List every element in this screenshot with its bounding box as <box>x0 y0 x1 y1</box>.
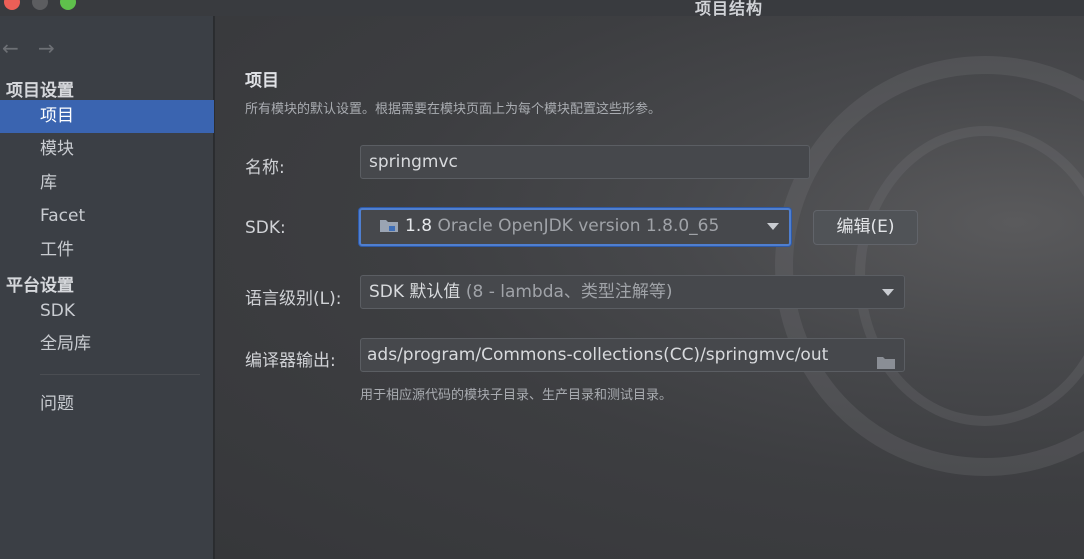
chevron-down-icon <box>767 223 779 230</box>
language-level-value: SDK 默认值 <box>369 282 461 302</box>
name-label: 名称: <box>245 158 285 178</box>
sidebar-item-sdks[interactable]: SDK <box>0 295 214 328</box>
sidebar-item-project[interactable]: 项目 <box>0 100 214 133</box>
folder-icon <box>379 212 399 232</box>
sidebar: ← → 项目设置 项目 模块 库 Facet 工件 平台设置 SDK 全局库 问题 <box>0 16 214 559</box>
compiler-output-value: ads/program/Commons-collections(CC)/spri… <box>367 345 829 365</box>
compiler-output-field[interactable]: ads/program/Commons-collections(CC)/spri… <box>360 338 905 372</box>
sidebar-item-modules[interactable]: 模块 <box>0 133 214 166</box>
sidebar-section-project-settings: 项目设置 <box>6 81 74 101</box>
nav-arrows: ← → <box>2 36 74 60</box>
close-window-button[interactable] <box>4 0 20 10</box>
language-level-dropdown[interactable]: SDK 默认值 (8 - lambda、类型注解等) <box>360 275 905 309</box>
sidebar-section-platform-settings: 平台设置 <box>6 276 74 296</box>
page-subtitle: 所有模块的默认设置。根据需要在模块页面上为每个模块配置这些形参。 <box>245 102 662 117</box>
edit-sdk-button[interactable]: 编辑(E) <box>813 210 918 245</box>
project-name-field[interactable]: springmvc <box>360 145 810 179</box>
compiler-output-label: 编译器输出: <box>245 351 336 371</box>
main-panel: 项目 所有模块的默认设置。根据需要在模块页面上为每个模块配置这些形参。 名称: … <box>215 16 1084 559</box>
title-bar: 项目结构 <box>0 0 1084 18</box>
sidebar-divider <box>40 374 200 375</box>
zoom-window-button[interactable] <box>60 0 76 10</box>
language-level-label: 语言级别(L): <box>245 289 342 309</box>
sidebar-item-problems[interactable]: 问题 <box>0 388 214 421</box>
sidebar-item-libraries[interactable]: 库 <box>0 167 214 200</box>
sdk-detail: Oracle OpenJDK version 1.8.0_65 <box>437 216 720 236</box>
language-level-detail: (8 - lambda、类型注解等) <box>465 282 673 302</box>
sidebar-item-artifacts[interactable]: 工件 <box>0 234 214 267</box>
chevron-down-icon <box>882 289 894 296</box>
sdk-label: SDK: <box>245 218 286 238</box>
arrow-right-icon[interactable]: → <box>38 36 74 60</box>
sdk-dropdown[interactable]: 1.8 Oracle OpenJDK version 1.8.0_65 <box>359 208 791 246</box>
sidebar-item-facets[interactable]: Facet <box>0 200 214 233</box>
compiler-output-hint: 用于相应源代码的模块子目录、生产目录和测试目录。 <box>360 388 673 403</box>
folder-browse-icon[interactable] <box>876 349 896 369</box>
page-title: 项目 <box>245 71 279 91</box>
sdk-version: 1.8 <box>405 216 433 236</box>
minimize-window-button[interactable] <box>32 0 48 10</box>
sidebar-item-global-libraries[interactable]: 全局库 <box>0 328 214 361</box>
project-name-value: springmvc <box>369 152 458 172</box>
arrow-left-icon[interactable]: ← <box>2 36 38 60</box>
